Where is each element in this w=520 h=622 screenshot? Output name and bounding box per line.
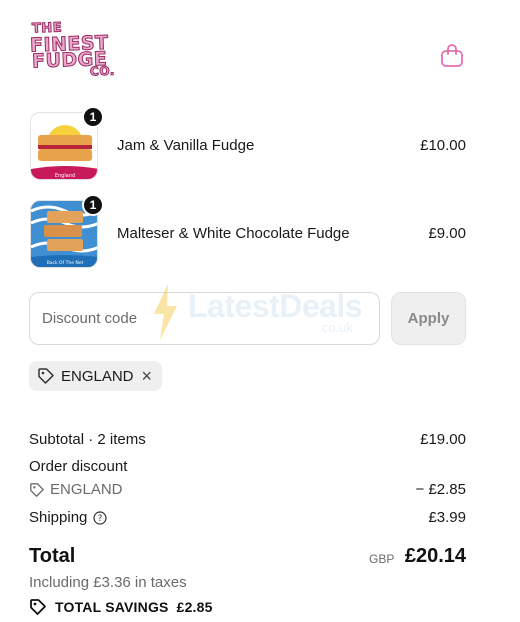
subtotal-label: Subtotal · 2 items [29,431,146,448]
applied-code-label: ENGLAND [61,367,134,385]
shipping-value: £3.99 [428,509,466,526]
discount-code-row: ENGLAND − £2.85 [29,481,466,502]
help-icon[interactable]: ? [93,510,107,525]
cart-line-item: Back Of The Net 1 Malteser & White Choco… [30,194,466,270]
savings-value: £2.85 [176,599,213,615]
shipping-row: Shipping ? £3.99 [29,509,466,526]
tag-icon [38,368,54,384]
apply-discount-button[interactable]: Apply [391,292,466,345]
cart-line-item: England 1 Jam & Vanilla Fudge £10.00 [30,106,466,182]
product-price: £9.00 [428,225,466,242]
brand-logo[interactable]: THE FINEST FUDGE CO. [29,20,120,90]
discount-code-line: ENGLAND [29,481,123,498]
total-value: £20.14 [404,545,466,567]
savings-tag-icon [30,599,46,615]
thumbnail-label: Back Of The Net [47,260,84,266]
remove-discount-icon[interactable]: × [142,367,153,385]
tag-icon [30,482,44,497]
order-discount-row: Order discount [29,458,466,475]
product-name: Jam & Vanilla Fudge [117,137,255,154]
applied-discount-chip: ENGLAND × [29,361,163,391]
shopping-bag-icon[interactable] [440,42,464,68]
svg-text:?: ? [98,514,103,524]
quantity-badge: 1 [82,106,104,128]
thumbnail-label: England [55,173,75,179]
discount-code-label: ENGLAND [50,481,123,498]
subtotal-value: £19.00 [420,431,466,448]
currency-code: GBP [369,552,395,566]
shipping-label: Shipping [29,509,88,526]
savings-label: TOTAL SAVINGS [55,599,169,615]
total-savings: TOTAL SAVINGS £2.85 [29,598,213,616]
discount-code-input[interactable] [29,292,380,345]
taxes-note: Including £3.36 in taxes [29,574,187,591]
order-discount-label: Order discount [29,458,128,475]
subtotal-row: Subtotal · 2 items £19.00 [29,431,466,448]
discount-value: − £2.85 [415,481,466,498]
quantity-badge: 1 [82,194,104,216]
logo-line-co: CO. [89,63,116,79]
product-price: £10.00 [420,137,466,154]
total-label: Total [29,545,76,567]
shipping-label-group: Shipping ? [29,509,107,526]
product-name: Malteser & White Chocolate Fudge [117,225,350,242]
